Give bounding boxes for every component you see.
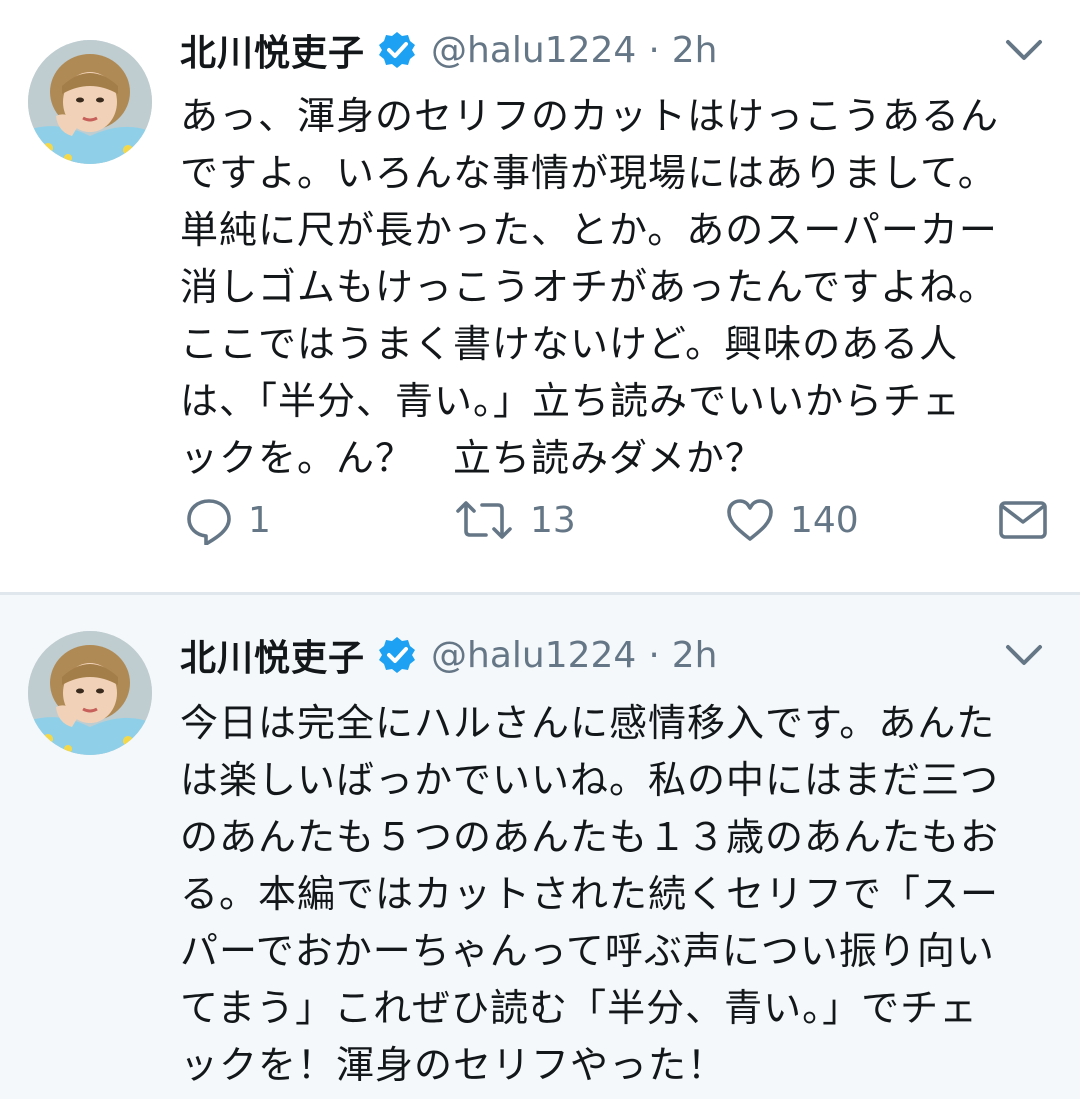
like-count: 140 bbox=[790, 499, 859, 541]
tweet-1[interactable]: 北川悦吏子 @halu1224 · 2h あっ、渾身のセリフのカットはけっこうあ… bbox=[0, 0, 1080, 592]
reply-count: 1 bbox=[248, 499, 271, 541]
avatar[interactable] bbox=[28, 631, 152, 755]
retweet-icon bbox=[452, 495, 516, 545]
tweet-timestamp[interactable]: 2h bbox=[672, 635, 718, 676]
header-separator: · bbox=[648, 634, 660, 676]
author-handle[interactable]: @halu1224 bbox=[431, 635, 636, 676]
avatar-photo bbox=[28, 631, 152, 755]
direct-message-button[interactable] bbox=[998, 490, 1048, 550]
tweet-text: あっ、渾身のセリフのカットはけっこうあるん ですよ。いろんな事情が現場にはありま… bbox=[180, 94, 1000, 480]
heart-icon bbox=[724, 495, 776, 545]
tweet-header: 北川悦吏子 @halu1224 · 2h bbox=[180, 629, 718, 681]
tweet-actions: 1 13 140 bbox=[180, 490, 1060, 550]
reply-bubble-icon bbox=[184, 495, 234, 545]
avatar-photo bbox=[28, 40, 152, 164]
chevron-down-icon[interactable] bbox=[1004, 641, 1044, 671]
author-name[interactable]: 北川悦吏子 bbox=[180, 629, 365, 681]
reply-button[interactable]: 1 bbox=[184, 490, 271, 550]
verified-badge-icon bbox=[377, 30, 417, 70]
author-handle[interactable]: @halu1224 bbox=[431, 30, 636, 71]
author-name[interactable]: 北川悦吏子 bbox=[180, 24, 365, 76]
tweet-2[interactable]: 北川悦吏子 @halu1224 · 2h 今日は完全にハルさんに感情移入です。あ… bbox=[0, 595, 1080, 1099]
like-button[interactable]: 140 bbox=[724, 490, 859, 550]
chevron-down-icon[interactable] bbox=[1004, 36, 1044, 66]
retweet-count: 13 bbox=[530, 499, 576, 541]
retweet-button[interactable]: 13 bbox=[452, 490, 576, 550]
verified-badge-icon bbox=[377, 635, 417, 675]
tweet-header: 北川悦吏子 @halu1224 · 2h bbox=[180, 24, 718, 76]
tweet-timestamp[interactable]: 2h bbox=[672, 30, 718, 71]
avatar[interactable] bbox=[28, 40, 152, 164]
header-separator: · bbox=[648, 29, 660, 71]
tweet-text: 今日は完全にハルさんに感情移入です。あんた は楽しいばっかでいいね。私の中にはま… bbox=[180, 701, 1000, 1087]
envelope-icon bbox=[998, 498, 1048, 542]
